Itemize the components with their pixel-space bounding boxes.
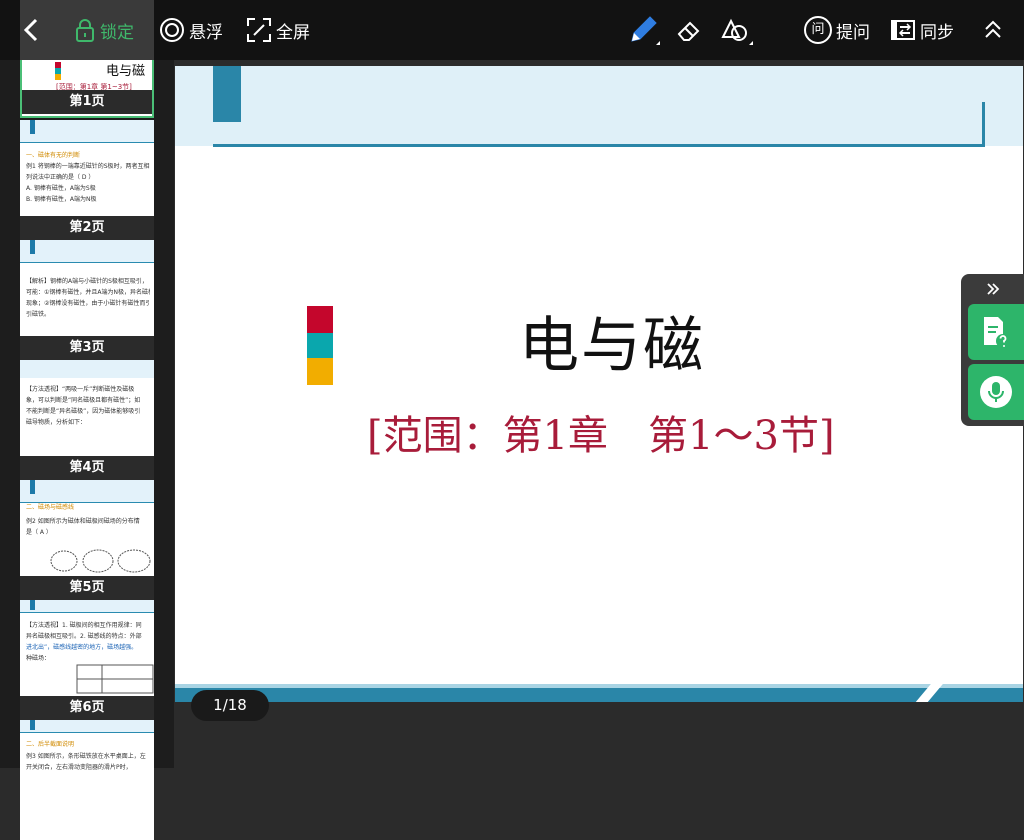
- slide-header-tab: [213, 66, 241, 122]
- chevron-left-icon: [23, 18, 38, 42]
- thumbnail-text: 是（ A ）: [26, 529, 52, 536]
- page-label: 第3页: [20, 336, 154, 360]
- thumbnail-text: B. 钢棒有磁性，A端为N极: [26, 196, 97, 203]
- fullscreen-button[interactable]: 全屏: [246, 0, 310, 60]
- thumbnail-page-7[interactable]: 二、后半截面说明 例3 如图所示，条形磁铁放在水平桌面上，左 开关闭合，左右滑动…: [20, 720, 154, 840]
- thumbnail-text: 不能判断是“异名磁极”，因为磁体能够吸引: [26, 408, 141, 415]
- page-indicator[interactable]: 1/18: [191, 690, 269, 721]
- bottom-bar: [174, 702, 1024, 768]
- thumbnail-text: 种磁场：: [26, 655, 51, 662]
- double-chevron-right-icon: [986, 283, 999, 295]
- ask-label: 提问: [836, 22, 870, 43]
- thumbnail-page-5[interactable]: 二、磁场与磁感线 例2 如图所示为磁体和磁极间磁场的分布情 是（ A ） 第5页: [20, 480, 154, 600]
- page-label: 第4页: [20, 456, 154, 480]
- shape-tool-button[interactable]: [719, 0, 753, 60]
- thumbnail-text: 例3 如图所示，条形磁铁放在水平桌面上，左: [26, 753, 146, 760]
- table-figure: [76, 664, 154, 694]
- collapse-toolbar-button[interactable]: [982, 0, 1004, 60]
- thumbnail-text: A. 钢棒有磁性，A端为S极: [26, 185, 96, 192]
- slide-header-line: [982, 102, 985, 146]
- sync-icon: [891, 20, 915, 40]
- thumbnail-text: 象，可以判断是“同名磁极且都有磁性”；如: [26, 397, 141, 404]
- sync-button[interactable]: 同步: [890, 0, 954, 60]
- lock-button[interactable]: 锁定: [74, 0, 134, 60]
- thumbnail-page-4[interactable]: 【方法透视】“两吸一斥”判断磁性及磁极 象，可以判断是“同名磁极且都有磁性”；如…: [20, 360, 154, 480]
- thumbnail-text: 【解析】钢棒的A端与小磁针的S极相互吸引，: [26, 278, 148, 285]
- ask-icon: 问: [804, 16, 832, 44]
- ask-icon-text: 问: [811, 22, 825, 37]
- thumbnail-text: 列说法中正确的是（ D ）: [26, 174, 95, 181]
- eraser-icon: [677, 21, 700, 41]
- slide-header-line: [213, 144, 985, 147]
- fullscreen-label: 全屏: [276, 22, 310, 43]
- slide-subtitle: [范围：第1章 第1～3节]: [367, 413, 835, 459]
- page-label: 第1页: [22, 90, 152, 114]
- thumbnail-text: 一、磁体有无的判断: [26, 152, 81, 159]
- right-tool-panel: [961, 274, 1024, 426]
- pen-tool-button[interactable]: [626, 0, 660, 60]
- thumbnail-text: 进北出”，磁感线越密的地方，磁场越强。: [26, 644, 138, 651]
- slide-footer-band: [175, 688, 1023, 702]
- thumbnail-text: 例2 如图所示为磁体和磁极间磁场的分布情: [26, 518, 140, 525]
- magnetic-field-figure: [50, 549, 151, 573]
- thumbnail-title: 电与磁: [106, 64, 146, 79]
- document-question-icon: [984, 317, 1010, 348]
- voice-button[interactable]: [968, 364, 1024, 420]
- lock-label: 锁定: [100, 22, 134, 43]
- sync-label: 同步: [920, 22, 954, 43]
- color-block-red: [307, 306, 333, 333]
- fullscreen-icon: [247, 18, 271, 42]
- float-label: 悬浮: [189, 22, 223, 43]
- thumbnail-text: 【方法透视】“两吸一斥”判断磁性及磁极: [26, 386, 135, 393]
- ask-question-button[interactable]: 问 提问: [804, 0, 870, 60]
- page-label: 第2页: [20, 216, 154, 240]
- thumbnail-text: 现象；②钢棒没有磁性，由于小磁针有磁性而引: [26, 300, 150, 307]
- page-label: 第5页: [20, 576, 154, 600]
- thumbnail-text: 异名磁极相互吸引。2. 磁感线的特点：外部: [26, 633, 142, 640]
- thumbnail-text: 例1 将钢棒的一端靠近磁针的S极时，两者互相: [26, 163, 150, 170]
- thumbnail-page-6[interactable]: 【方法透视】1. 磁极间的相互作用规律：同 异名磁极相互吸引。2. 磁感线的特点…: [20, 600, 154, 720]
- color-block-yellow: [307, 358, 333, 385]
- lock-icon: [76, 19, 94, 42]
- slide-header-band: [175, 66, 1023, 146]
- thumbnail-text: 可能：①钢棒有磁性，并且A端为N极，异名磁极: [26, 289, 150, 296]
- page-label: 第6页: [20, 696, 154, 720]
- float-button[interactable]: 悬浮: [159, 0, 223, 60]
- slide-title: 电与磁: [519, 311, 705, 381]
- double-chevron-up-icon: [985, 20, 1001, 38]
- thumbnail-text: 磁导物质，分析如下：: [26, 419, 87, 426]
- thumbnail-text: 二、后半截面说明: [26, 741, 75, 748]
- pen-icon: [631, 16, 660, 45]
- microphone-icon: [980, 376, 1012, 408]
- thumbnail-text: 引磁铁。: [26, 311, 51, 318]
- float-icon: [160, 18, 184, 42]
- thumbnail-page-3[interactable]: 【解析】钢棒的A端与小磁针的S极相互吸引， 可能：①钢棒有磁性，并且A端为N极，…: [20, 240, 154, 360]
- expand-panel-button[interactable]: [961, 274, 1024, 304]
- shape-icon: [721, 18, 753, 45]
- top-toolbar: 锁定 悬浮 全屏 问 提问 同步: [0, 0, 1024, 60]
- eraser-tool-button[interactable]: [676, 0, 702, 60]
- help-document-button[interactable]: [968, 304, 1024, 360]
- thumbnail-text: 二、磁场与磁感线: [26, 504, 75, 511]
- back-button[interactable]: [14, 0, 48, 60]
- thumbnail-text: 【方法透视】1. 磁极间的相互作用规律：同: [26, 622, 142, 629]
- slide-canvas[interactable]: 电与磁 [范围：第1章 第1～3节]: [175, 66, 1023, 702]
- color-block-teal: [307, 333, 333, 358]
- thumbnail-page-2[interactable]: 一、磁体有无的判断 例1 将钢棒的一端靠近磁针的S极时，两者互相 列说法中正确的…: [20, 120, 154, 240]
- page-thumbnail-sidebar[interactable]: 电与磁 [范围：第1章 第1~3节] 第1页 一、磁体有无的判断 例1 将钢棒的…: [0, 0, 174, 840]
